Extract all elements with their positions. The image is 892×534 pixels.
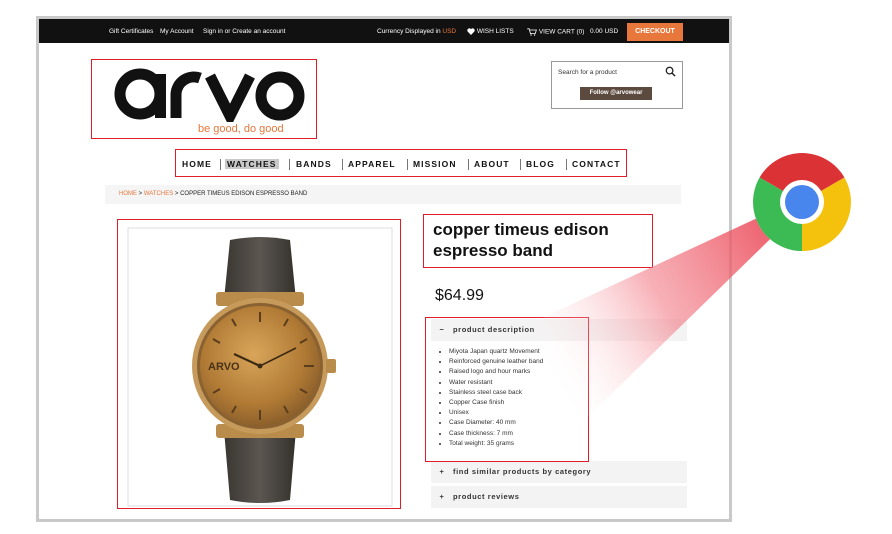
arvo-logo <box>114 68 305 122</box>
nav-separator <box>407 159 408 170</box>
product-image[interactable]: ARVO <box>118 220 402 510</box>
logo-tagline: be good, do good <box>198 123 284 135</box>
breadcrumb-watches[interactable]: WATCHES <box>144 191 173 197</box>
nav-item-blog[interactable]: BLOG <box>526 159 555 169</box>
wish-lists-label: WISH LISTS <box>476 28 514 36</box>
product-image-highlight: ARVO <box>117 219 401 509</box>
search-input[interactable]: Search for a product <box>558 69 617 76</box>
screenshot-frame: Gift Certificates My Account Sign in or … <box>36 16 732 522</box>
main-nav: HOME WATCHES BANDS APPAREL MISSION ABOUT… <box>175 149 627 177</box>
breadcrumb: HOME > WATCHES > COPPER TIMEUS EDISON ES… <box>105 185 681 204</box>
nav-separator <box>289 159 290 170</box>
wish-lists-link[interactable]: WISH LISTS <box>467 28 514 35</box>
cart-total: 0.00 USD <box>590 28 619 35</box>
follow-button-label: Follow @arvowear <box>589 90 643 96</box>
product-reviews-label: product reviews <box>453 492 520 502</box>
nav-item-bands[interactable]: BANDS <box>296 159 332 169</box>
follow-instagram-button[interactable]: Follow @arvowear <box>580 87 652 100</box>
nav-item-apparel[interactable]: APPAREL <box>348 159 396 169</box>
product-title: copper timeus edison espresso band <box>433 219 653 261</box>
expand-icon: + <box>439 492 445 502</box>
breadcrumb-home[interactable]: HOME <box>119 191 137 197</box>
currency-code: USD <box>442 28 457 35</box>
description-highlight <box>425 317 589 462</box>
view-cart-label: VIEW CART (0) <box>538 28 585 36</box>
nav-separator <box>468 159 469 170</box>
gift-certificates-link[interactable]: Gift Certificates <box>109 28 153 35</box>
similar-products-label: find similar products by category <box>453 467 592 477</box>
top-bar: Gift Certificates My Account Sign in or … <box>39 19 729 43</box>
search-widget: Search for a product Follow @arvowear <box>551 61 683 109</box>
logo-highlight[interactable]: be good, do good <box>91 59 317 139</box>
nav-separator <box>520 159 521 170</box>
nav-separator <box>342 159 343 170</box>
nav-item-about[interactable]: ABOUT <box>474 159 510 169</box>
currency-prefix: Currency Displayed in <box>377 28 441 35</box>
nav-separator <box>220 159 221 170</box>
cart-icon <box>527 28 537 36</box>
chrome-icon <box>753 153 851 251</box>
nav-item-contact[interactable]: CONTACT <box>572 159 621 169</box>
view-cart-link[interactable]: VIEW CART (0) <box>527 28 584 36</box>
breadcrumb-current: COPPER TIMEUS EDISON ESPRESSO BAND <box>180 191 308 197</box>
breadcrumb-separator: > <box>174 191 179 197</box>
expand-icon: + <box>439 467 445 477</box>
product-price: $64.99 <box>435 287 484 304</box>
breadcrumb-separator: > <box>138 191 143 197</box>
checkout-button[interactable]: CHECKOUT <box>627 23 683 41</box>
nav-item-mission[interactable]: MISSION <box>413 159 457 169</box>
watch-dial-brand: ARVO <box>208 361 240 373</box>
currency-display[interactable]: Currency Displayed in USD <box>377 28 456 35</box>
product-title-line1: copper timeus edison <box>433 220 609 239</box>
product-title-line2: espresso band <box>433 241 553 260</box>
heart-icon <box>467 28 475 35</box>
nav-separator <box>566 159 567 170</box>
nav-item-watches[interactable]: WATCHES <box>225 159 279 169</box>
product-reviews-header[interactable]: + product reviews <box>431 486 687 509</box>
search-icon[interactable] <box>665 66 676 77</box>
similar-products-header[interactable]: + find similar products by category <box>431 461 687 484</box>
sign-in-link[interactable]: Sign in or Create an account <box>203 28 285 35</box>
my-account-link[interactable]: My Account <box>160 28 194 35</box>
nav-item-home[interactable]: HOME <box>182 159 212 169</box>
